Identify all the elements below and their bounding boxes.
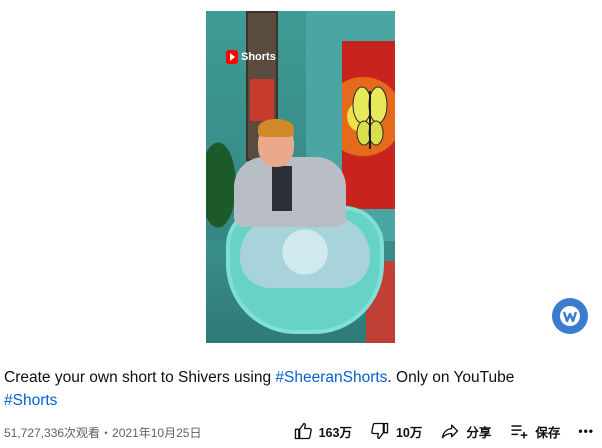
butterfly-painting-icon (352, 86, 388, 149)
share-icon (442, 424, 459, 439)
video-shelf-item (250, 79, 274, 121)
more-button[interactable]: ••• (578, 424, 594, 438)
shorts-badge-label: Shorts (241, 51, 276, 63)
hashtag-link[interactable]: #Shorts (4, 392, 57, 409)
like-count: 163万 (318, 425, 352, 440)
description-text: . Only on YouTube (387, 369, 515, 386)
video-meta-row: 51,727,336次观看・2021年10月25日 163万 10万 分享 保存 (4, 421, 600, 443)
hashtag-link[interactable]: #SheeranShorts (275, 369, 387, 386)
share-button[interactable]: 分享 (440, 421, 491, 441)
video-person-shirt (272, 166, 292, 211)
save-label: 保存 (535, 425, 561, 440)
like-button[interactable]: 163万 (293, 421, 352, 441)
video-description: Create your own short to Shivers using #… (4, 366, 584, 412)
video-player[interactable]: Shorts (206, 11, 395, 343)
warner-logo-icon (560, 306, 580, 326)
views-and-date: 51,727,336次观看・2021年10月25日 (4, 425, 202, 440)
save-button[interactable]: 保存 (509, 421, 560, 441)
video-person-hair (258, 119, 294, 137)
dislike-button[interactable]: 10万 (370, 421, 422, 441)
description-text: Create your own short to Shivers using (4, 369, 276, 386)
shorts-badge[interactable]: Shorts (226, 49, 276, 65)
more-icon: ••• (578, 424, 594, 438)
shorts-logo-icon (226, 50, 238, 64)
save-playlist-icon (511, 425, 528, 439)
thumbs-down-icon (371, 422, 389, 440)
dislike-count: 10万 (395, 425, 423, 440)
channel-logo[interactable] (552, 298, 588, 334)
share-label: 分享 (466, 425, 492, 440)
action-bar: 163万 10万 分享 保存 ••• (293, 421, 594, 441)
thumbs-up-icon (294, 422, 312, 440)
